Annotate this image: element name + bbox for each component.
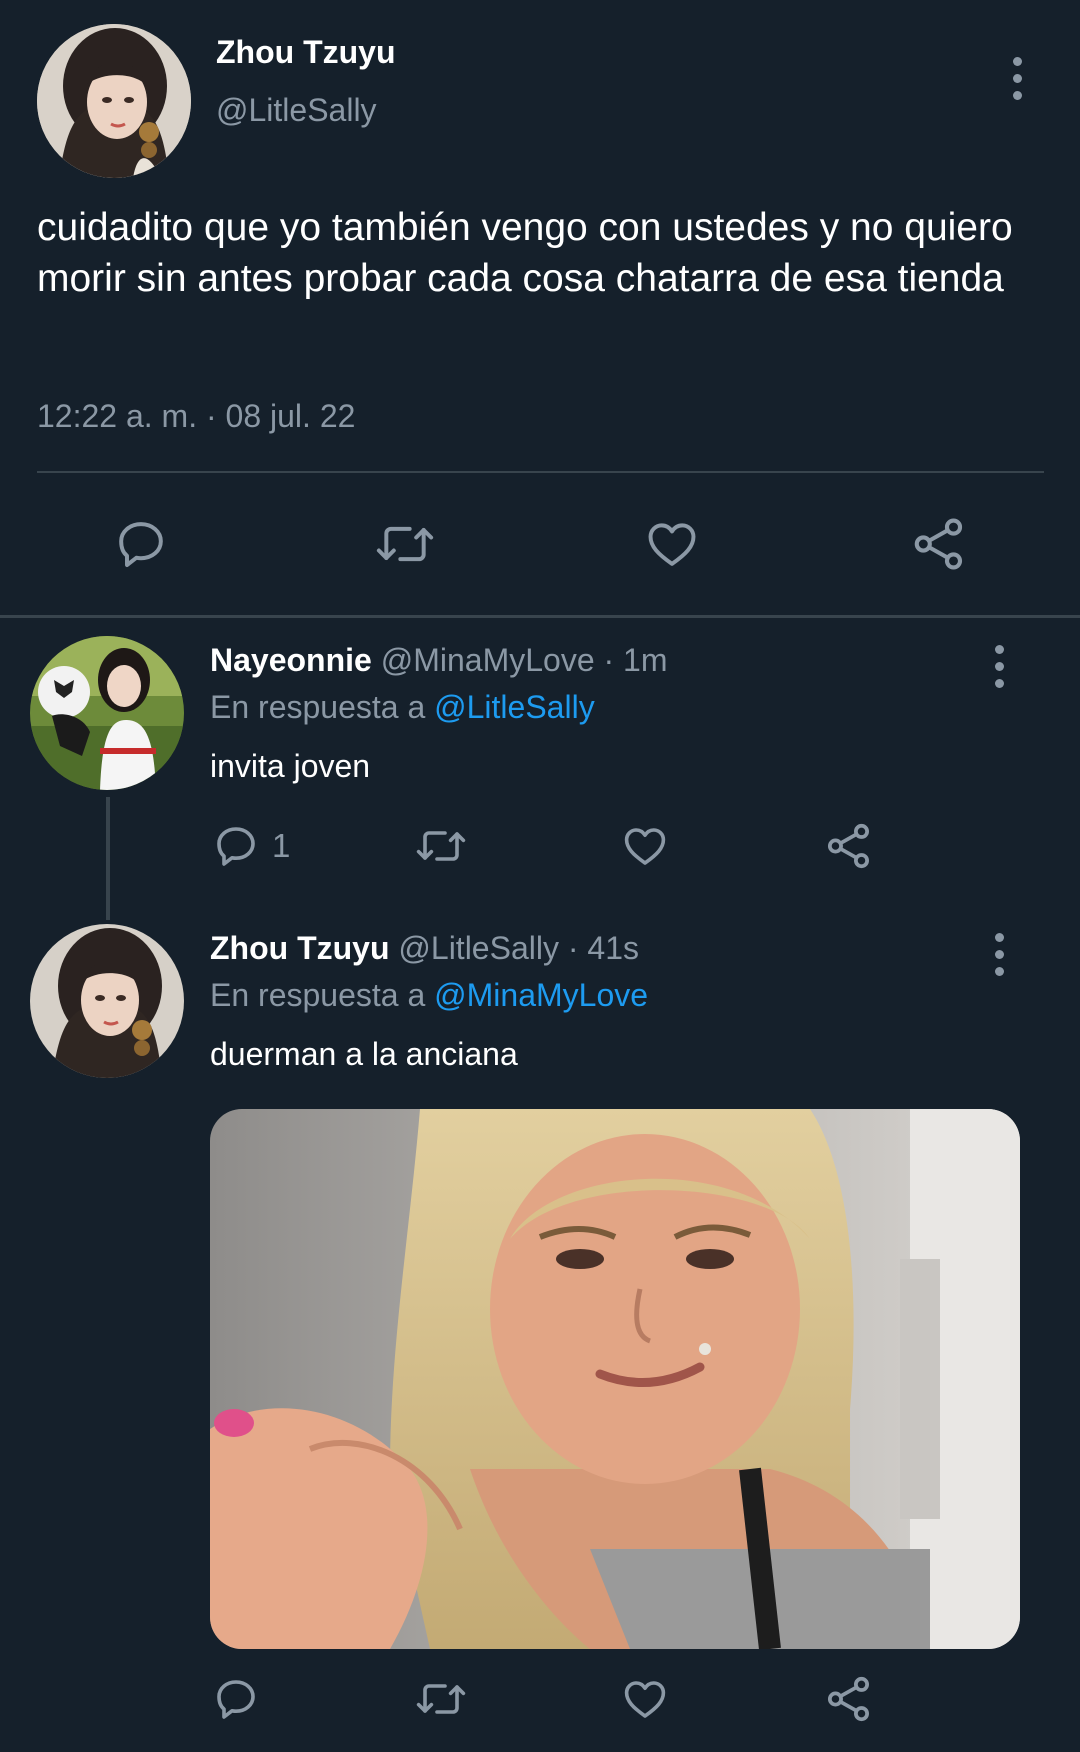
like-icon [624,828,666,865]
reply-prefix: En respuesta a [210,977,426,1013]
share-icon [827,823,870,869]
thread-connector [106,797,110,920]
reply-icon [217,827,255,866]
share-button[interactable] [824,820,874,872]
reply-context: En respuesta a @LitleSally [210,689,595,726]
share-icon [827,1676,870,1722]
reply-author-name[interactable]: Zhou Tzuyu [210,930,390,966]
share-icon [914,518,963,570]
reply-button[interactable]: 1 [212,822,290,870]
reply-author-handle[interactable]: @MinaMyLove [381,642,595,678]
reply-to-link[interactable]: @LitleSally [434,689,595,725]
reply-author-handle[interactable]: @LitleSally [398,930,559,966]
reply-header: Nayeonnie @MinaMyLove · 1m [210,642,668,679]
tweet-timestamp[interactable]: 12:22 a. m. · 08 jul. 22 [37,398,355,435]
reply-button[interactable] [113,516,169,572]
author-name[interactable]: Zhou Tzuyu [216,34,396,71]
like-icon [648,523,696,566]
reply-time[interactable]: · 41s [568,930,639,966]
retweet-button[interactable] [373,516,437,572]
reply-icon [217,1680,255,1719]
reply-count: 1 [272,827,291,864]
reply-context: En respuesta a @MinaMyLove [210,977,648,1014]
reply-to-link[interactable]: @MinaMyLove [434,977,648,1013]
like-icon [624,1681,666,1718]
more-options-icon[interactable] [1010,57,1024,100]
reply-time[interactable]: · 1m [604,642,668,678]
reply-avatar[interactable] [30,924,184,1078]
more-options-icon[interactable] [992,645,1006,688]
like-button[interactable] [620,822,670,870]
share-button[interactable] [910,514,968,574]
retweet-button[interactable] [413,1675,469,1723]
retweet-icon [416,1684,466,1714]
reply-header: Zhou Tzuyu @LitleSally · 41s [210,930,639,967]
author-handle[interactable]: @LitleSally [216,92,377,129]
reply-avatar[interactable] [30,636,184,790]
like-button[interactable] [643,516,701,572]
reply-icon [119,522,163,567]
reply-author-name[interactable]: Nayeonnie [210,642,372,678]
reply-button[interactable] [212,1675,260,1723]
share-button[interactable] [824,1673,874,1725]
like-button[interactable] [620,1675,670,1723]
more-options-icon[interactable] [992,933,1006,976]
retweet-button[interactable] [413,822,469,870]
divider [37,471,1044,473]
reply-text: invita joven [210,748,371,784]
media-image[interactable] [210,1109,1020,1649]
reply-prefix: En respuesta a [210,689,426,725]
tweet-text: cuidadito que yo también vengo con usted… [37,206,1013,300]
reply-text: duerman a la anciana [210,1036,518,1072]
retweet-icon [416,831,466,861]
section-divider [0,615,1080,618]
retweet-icon [376,526,434,562]
author-avatar[interactable] [37,24,191,178]
